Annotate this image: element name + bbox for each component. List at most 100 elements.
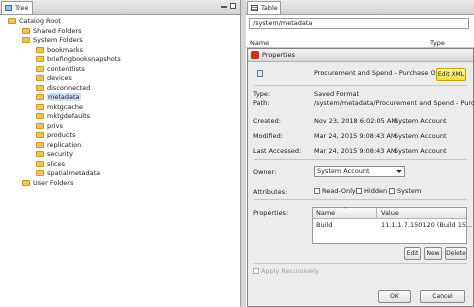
tree-item[interactable]: contentlists — [36, 65, 85, 74]
tree-item-label: slices — [47, 159, 65, 168]
created-label: Created: — [253, 117, 281, 125]
folder-icon — [36, 151, 44, 157]
tab-tree[interactable]: Tree — [1, 1, 33, 14]
tree-item[interactable]: briefingbooksnapshots — [36, 55, 121, 64]
hidden-label: Hidden — [364, 187, 388, 195]
cancel-button[interactable]: Cancel — [420, 290, 465, 303]
tree-item-label: products — [47, 131, 76, 139]
tree-item[interactable]: devices — [36, 74, 72, 83]
table-tab-label: Table — [261, 4, 278, 12]
properties-dialog: Properties Procurement and Spend - Purch… — [247, 48, 474, 307]
prop-row-value: 11.1.1.7.150120 (Build 15... — [381, 221, 473, 229]
sort-indicator-icon: ^ — [343, 207, 348, 213]
system-checkbox[interactable]: System — [389, 187, 421, 195]
path-bar-text: /system/metadata — [253, 19, 313, 27]
tree-item[interactable]: replication — [36, 141, 81, 150]
minimize-button[interactable] — [221, 6, 227, 8]
modified-label: Modified: — [253, 132, 283, 140]
tree-item-label: spatialmetadata — [47, 169, 101, 177]
read-only-label: Read-Only — [322, 187, 356, 195]
folder-icon — [36, 56, 44, 62]
maximize-button[interactable] — [230, 3, 236, 9]
folder-icon — [36, 84, 44, 91]
tree-item[interactable]: spatialmetadata — [36, 169, 100, 178]
system-label: System — [397, 187, 422, 195]
hidden-checkbox[interactable]: Hidden — [356, 187, 387, 195]
checkbox-icon — [253, 268, 259, 274]
owner-label: Owner: — [253, 168, 277, 176]
tree-item-label: briefingbooksnapshots — [47, 55, 121, 63]
table-header-name[interactable]: Name — [250, 39, 269, 47]
tree-item[interactable]: User Folders — [22, 179, 73, 188]
folder-icon — [36, 75, 44, 81]
accessed-value: Mar 24, 2015 9:08:43 AM — [314, 147, 397, 155]
tree-item[interactable]: mktgcache — [36, 103, 83, 112]
path-label: Path: — [253, 99, 270, 107]
tree-item[interactable]: mktgdefaults — [36, 112, 90, 121]
modified-value: Mar 24, 2015 9:08:43 AM — [314, 132, 397, 140]
tree-item[interactable]: bookmarks — [36, 46, 83, 55]
modified-by: System Account — [394, 132, 447, 140]
read-only-checkbox[interactable]: Read-Only — [314, 187, 356, 195]
apply-recursively-checkbox[interactable]: Apply Recursively — [253, 267, 319, 275]
attributes-separator — [254, 199, 467, 200]
folder-icon — [36, 46, 44, 53]
apply-recursively-label: Apply Recursively — [261, 267, 319, 275]
folder-icon — [36, 94, 44, 100]
tree-item-label: contentlists — [47, 64, 85, 73]
tree-item-label: mktgcache — [47, 102, 84, 111]
tree-item-label: security — [47, 150, 73, 158]
oracle-app-icon — [251, 51, 259, 59]
table-row[interactable]: Build 11.1.1.7.150120 (Build 15... — [313, 220, 472, 230]
delete-property-button[interactable]: Delete — [445, 247, 467, 260]
tree-item[interactable]: products — [36, 131, 75, 140]
tree-item[interactable]: Shared Folders — [22, 27, 81, 36]
type-label: Type: — [253, 90, 271, 98]
tree-item-label: disconnected — [47, 83, 91, 92]
edit-xml-button[interactable]: Edit XML — [436, 68, 466, 81]
properties-label: Properties: — [253, 209, 289, 217]
path-value: /system/metadata/Procurement and Spend -… — [314, 99, 474, 107]
checkbox-icon — [389, 188, 395, 194]
col-divider — [376, 208, 377, 218]
prop-col-value[interactable]: Value — [381, 209, 399, 217]
chevron-down-icon — [396, 170, 402, 173]
type-value: Saved Format — [314, 90, 360, 98]
tree-item-label: Shared Folders — [33, 26, 82, 35]
tree-item[interactable]: privs — [36, 122, 63, 131]
tree-item-label: bookmarks — [47, 45, 83, 54]
folder-icon — [36, 160, 44, 167]
path-bar[interactable]: /system/metadata — [249, 18, 469, 29]
new-property-button[interactable]: New — [424, 247, 442, 260]
created-by: System Account — [394, 117, 447, 125]
prop-col-name[interactable]: Name — [316, 209, 335, 217]
tree-item[interactable]: disconnected — [36, 84, 90, 93]
tree-item[interactable]: Catalog Root — [8, 17, 61, 26]
dates-separator — [254, 159, 467, 160]
tree-item[interactable]: System Folders — [22, 36, 83, 45]
properties-separator — [254, 263, 467, 264]
tree-panel: Tree Catalog Root Shared Folders System Fo… — [0, 0, 241, 307]
edit-property-button[interactable]: Edit — [404, 247, 421, 260]
accessed-by: System Account — [394, 147, 447, 155]
ok-button[interactable]: OK — [378, 290, 411, 303]
folder-icon — [22, 179, 30, 186]
tree-item[interactable]: slices — [36, 160, 65, 169]
checkbox-icon — [356, 188, 362, 194]
tree-item-label: devices — [47, 74, 72, 82]
attributes-label: Attributes: — [253, 188, 288, 196]
folder-icon — [36, 65, 44, 72]
dialog-title-bar: Properties — [248, 49, 473, 62]
tree-tab-label: Tree — [15, 4, 29, 12]
tree-item-label: replication — [47, 140, 82, 149]
checkbox-icon — [314, 188, 320, 194]
tree-item[interactable]: security — [36, 150, 73, 159]
tab-table[interactable]: Table — [247, 1, 281, 14]
table-header-type[interactable]: Type — [430, 39, 445, 47]
properties-table-header: ^ Name Value — [313, 207, 466, 219]
tree-item[interactable]: metadata — [36, 93, 81, 102]
item-name: Procurement and Spend - Purchase Orders — [314, 69, 453, 77]
owner-select[interactable]: System Account — [314, 166, 405, 177]
folder-icon — [36, 122, 44, 129]
tree-item-label: Catalog Root — [19, 17, 61, 25]
